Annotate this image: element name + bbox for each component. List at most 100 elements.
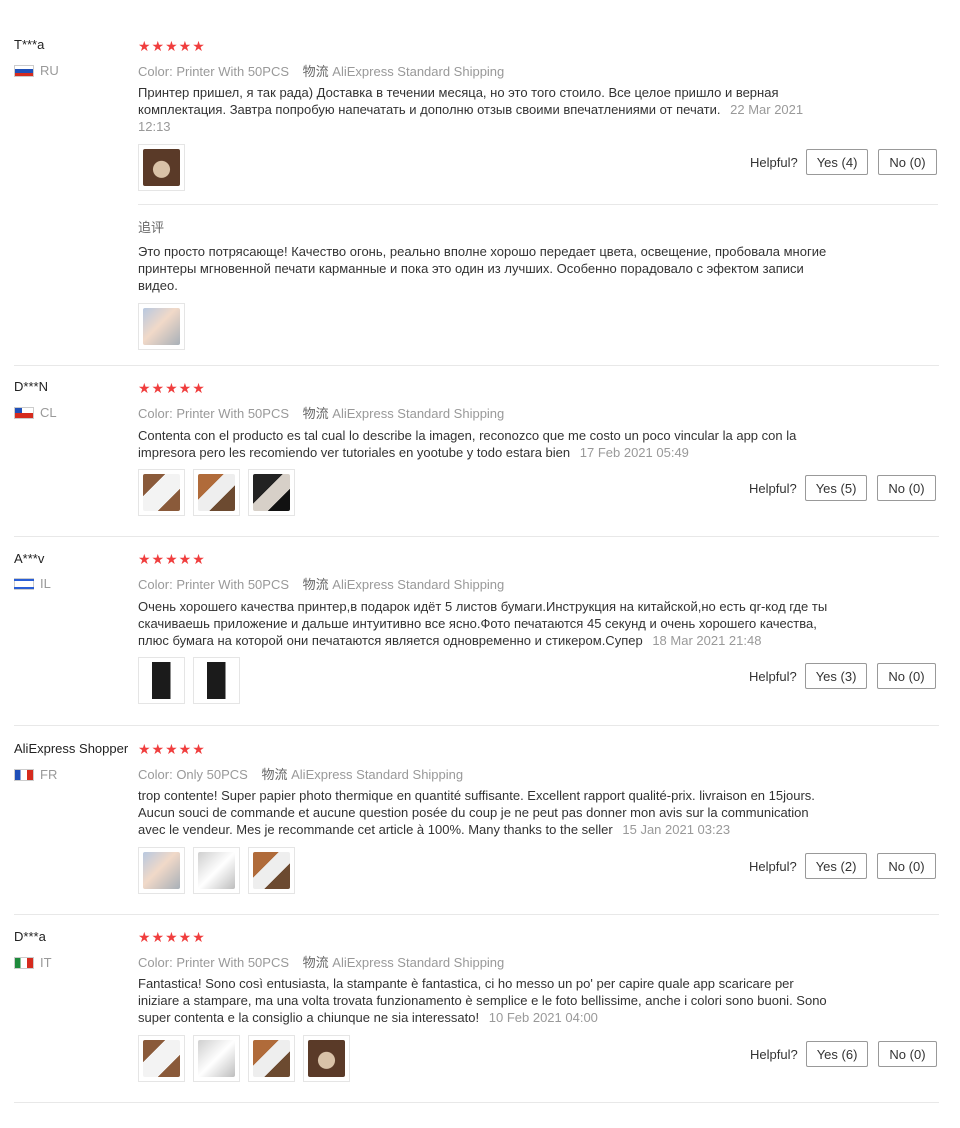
color-label: Color: bbox=[138, 64, 173, 79]
flag-it-icon bbox=[14, 956, 34, 969]
review-photo-thumbnail[interactable] bbox=[138, 657, 185, 704]
review-date: 18 Mar 2021 21:48 bbox=[652, 633, 762, 648]
helpful-vote: Helpful? Yes (4) No (0) bbox=[750, 149, 937, 175]
reviewer-country: RU bbox=[14, 63, 59, 78]
color-label: Color: bbox=[138, 767, 173, 782]
helpful-yes-button[interactable]: Yes (4) bbox=[805, 149, 869, 175]
reviewer-country: FR bbox=[14, 767, 57, 782]
helpful-no-button[interactable]: No (0) bbox=[877, 475, 936, 501]
country-code: IT bbox=[40, 955, 52, 970]
review-photo-thumbnail[interactable] bbox=[193, 657, 240, 704]
helpful-no-button[interactable]: No (0) bbox=[877, 853, 936, 879]
review-body: Contenta con el producto es tal cual lo … bbox=[138, 428, 797, 460]
review-body: Принтер пришел, я так рада) Доставка в т… bbox=[138, 85, 779, 117]
helpful-label: Helpful? bbox=[749, 480, 797, 496]
flag-ru-icon bbox=[14, 64, 34, 77]
review-photo-thumbnail[interactable] bbox=[248, 469, 295, 516]
review-divider bbox=[14, 725, 939, 726]
reviewer-name: D***N bbox=[14, 379, 48, 394]
country-code: IL bbox=[40, 576, 51, 591]
helpful-no-button[interactable]: No (0) bbox=[878, 1041, 937, 1067]
review-photo-thumbnail[interactable] bbox=[193, 469, 240, 516]
helpful-yes-button[interactable]: Yes (2) bbox=[804, 853, 868, 879]
reviewer-country: IL bbox=[14, 576, 51, 591]
review-meta: Color: Printer With 50PCS 物流 AliExpress … bbox=[138, 403, 504, 422]
shipping-label: 物流 bbox=[302, 577, 329, 592]
flag-il-icon bbox=[14, 577, 34, 590]
color-label: Color: bbox=[138, 955, 173, 970]
helpful-vote: Helpful? Yes (5) No (0) bbox=[749, 475, 936, 501]
reviewer-name: A***v bbox=[14, 551, 45, 566]
review-meta: Color: Only 50PCS 物流 AliExpress Standard… bbox=[138, 764, 463, 783]
reviewer-name: AliExpress Shopper bbox=[14, 741, 129, 756]
review-photo-thumbnail[interactable] bbox=[193, 847, 240, 894]
star-rating: ★★★★★ bbox=[138, 380, 206, 396]
helpful-label: Helpful? bbox=[749, 668, 797, 684]
review-photos bbox=[138, 847, 295, 894]
helpful-label: Helpful? bbox=[749, 858, 797, 874]
country-code: FR bbox=[40, 767, 58, 782]
review-photos bbox=[138, 1035, 350, 1082]
helpful-label: Helpful? bbox=[750, 1046, 798, 1062]
color-value: Printer With 50PCS bbox=[176, 955, 290, 970]
review-photo-thumbnail[interactable] bbox=[248, 847, 295, 894]
flag-fr-icon bbox=[14, 768, 34, 781]
review-photo-thumbnail[interactable] bbox=[193, 1035, 240, 1082]
reviewer-country: CL bbox=[14, 405, 57, 420]
review-meta: Color: Printer With 50PCS 物流 AliExpress … bbox=[138, 61, 504, 80]
star-rating: ★★★★★ bbox=[138, 929, 206, 945]
helpful-vote: Helpful? Yes (2) No (0) bbox=[749, 853, 936, 879]
shipping-label: 物流 bbox=[261, 767, 288, 782]
divider bbox=[138, 204, 938, 205]
review-text: trop contente! Super papier photo thermi… bbox=[138, 787, 838, 838]
followup-text: Это просто потрясающе! Качество огонь, р… bbox=[138, 244, 827, 293]
color-value: Printer With 50PCS bbox=[176, 406, 290, 421]
shipping-value: AliExpress Standard Shipping bbox=[332, 64, 505, 79]
review-photo-thumbnail[interactable] bbox=[248, 1035, 295, 1082]
helpful-vote: Helpful? Yes (3) No (0) bbox=[749, 663, 936, 689]
shipping-value: AliExpress Standard Shipping bbox=[332, 406, 505, 421]
review-photos bbox=[138, 469, 295, 516]
color-value: Printer With 50PCS bbox=[176, 64, 290, 79]
review-divider bbox=[14, 536, 939, 537]
helpful-no-button[interactable]: No (0) bbox=[877, 663, 936, 689]
star-rating: ★★★★★ bbox=[138, 741, 206, 757]
shipping-value: AliExpress Standard Shipping bbox=[332, 577, 505, 592]
review-date: 10 Feb 2021 04:00 bbox=[488, 1010, 598, 1025]
country-code: CL bbox=[40, 405, 57, 420]
reviewer-country: IT bbox=[14, 955, 52, 970]
helpful-no-button[interactable]: No (0) bbox=[878, 149, 937, 175]
review-photos bbox=[138, 144, 185, 191]
review-text: Fantastica! Sono così entusiasta, la sta… bbox=[138, 975, 838, 1026]
review-divider bbox=[14, 365, 939, 366]
review-photo-thumbnail[interactable] bbox=[138, 469, 185, 516]
helpful-vote: Helpful? Yes (6) No (0) bbox=[750, 1041, 937, 1067]
shipping-value: AliExpress Standard Shipping bbox=[291, 767, 464, 782]
review-text: Contenta con el producto es tal cual lo … bbox=[138, 427, 838, 461]
review-meta: Color: Printer With 50PCS 物流 AliExpress … bbox=[138, 574, 504, 593]
review-photo-thumbnail[interactable] bbox=[138, 144, 185, 191]
shipping-value: AliExpress Standard Shipping bbox=[332, 955, 505, 970]
review-text: Очень хорошего качества принтер,в подаро… bbox=[138, 598, 838, 649]
reviewer-name: D***a bbox=[14, 929, 46, 944]
star-rating: ★★★★★ bbox=[138, 551, 206, 567]
review-photo-thumbnail[interactable] bbox=[303, 1035, 350, 1082]
review-photo-thumbnail[interactable] bbox=[138, 303, 185, 350]
review-photos bbox=[138, 657, 240, 704]
helpful-yes-button[interactable]: Yes (5) bbox=[804, 475, 868, 501]
helpful-yes-button[interactable]: Yes (3) bbox=[804, 663, 868, 689]
country-code: RU bbox=[40, 63, 59, 78]
review-text: Принтер пришел, я так рада) Доставка в т… bbox=[138, 84, 838, 135]
review-date: 17 Feb 2021 05:49 bbox=[579, 445, 689, 460]
followup-photos bbox=[138, 303, 185, 350]
shipping-label: 物流 bbox=[302, 955, 329, 970]
review-photo-thumbnail[interactable] bbox=[138, 847, 185, 894]
review-body: Fantastica! Sono così entusiasta, la sta… bbox=[138, 976, 827, 1025]
reviewer-name: T***a bbox=[14, 37, 45, 52]
helpful-label: Helpful? bbox=[750, 154, 798, 170]
color-label: Color: bbox=[138, 577, 173, 592]
helpful-yes-button[interactable]: Yes (6) bbox=[805, 1041, 869, 1067]
color-value: Printer With 50PCS bbox=[176, 577, 290, 592]
flag-cl-icon bbox=[14, 406, 34, 419]
review-photo-thumbnail[interactable] bbox=[138, 1035, 185, 1082]
